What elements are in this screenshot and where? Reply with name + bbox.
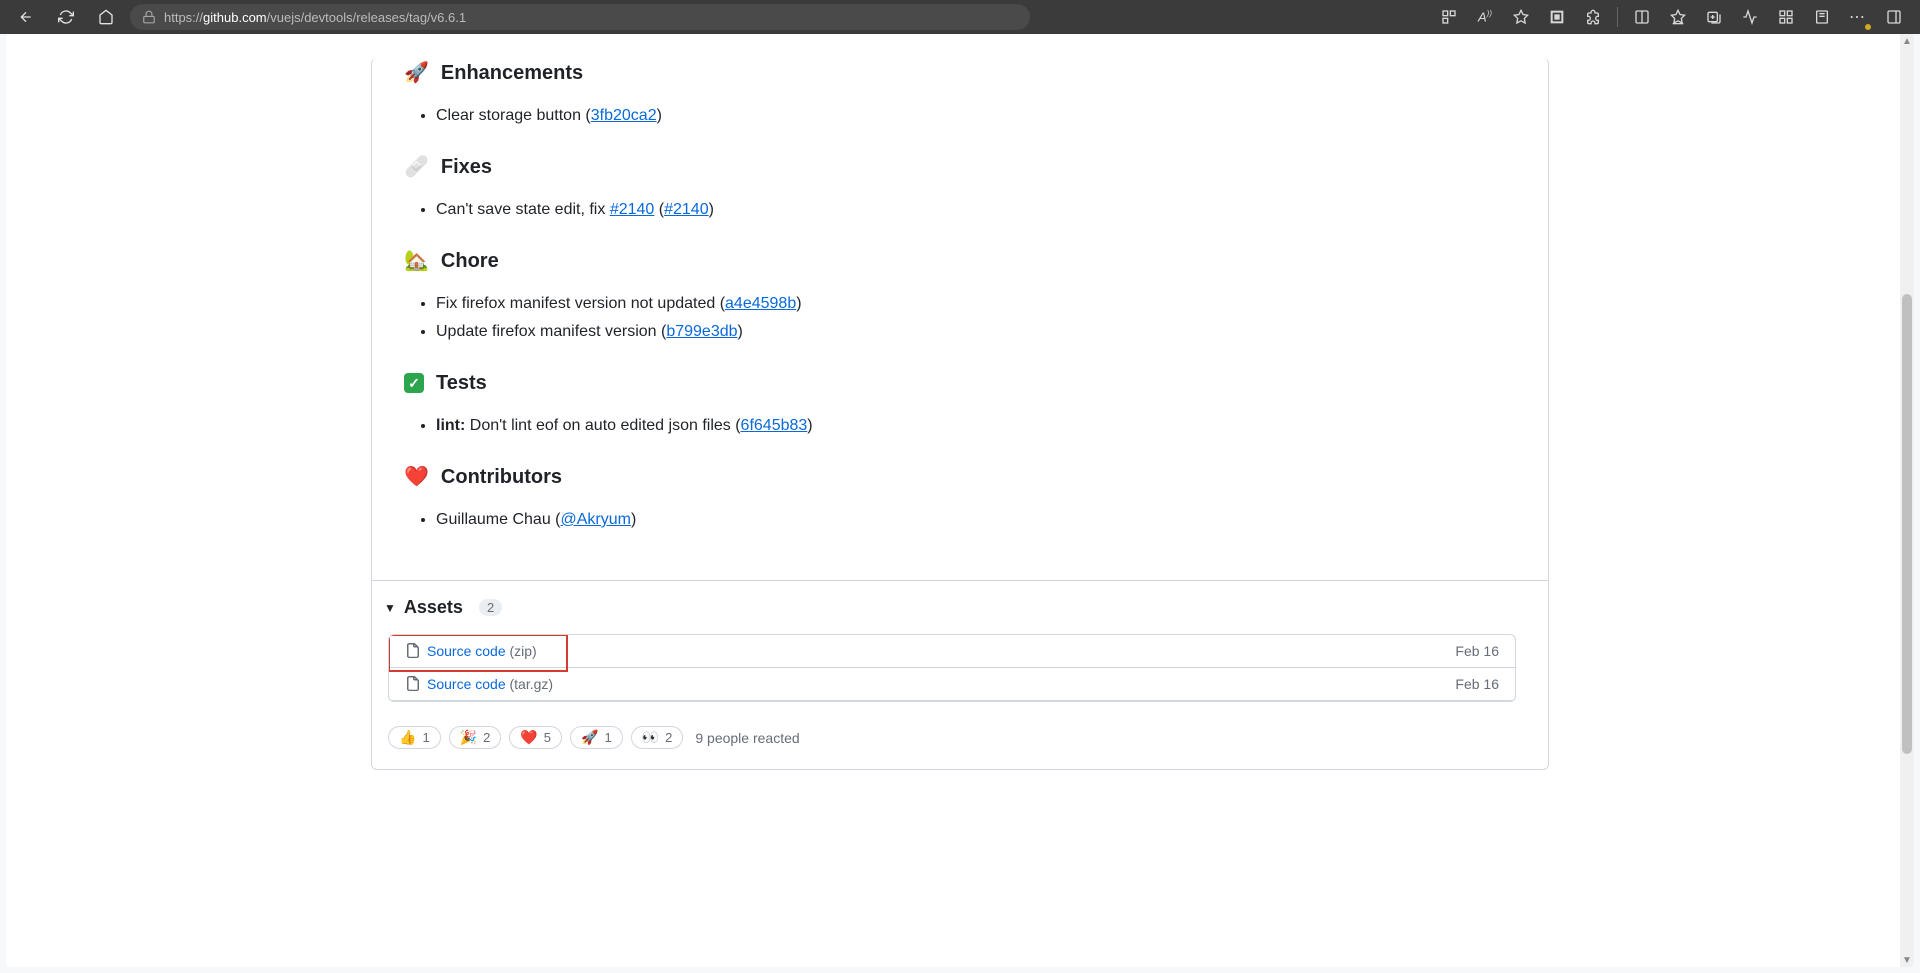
issue-link[interactable]: #2140 (610, 201, 655, 218)
house-icon: 🏡 (404, 246, 429, 276)
reactions-bar: 👍1 🎉2 ❤️5 🚀1 👀2 9 people reacted (372, 726, 1548, 769)
performance-icon[interactable] (1734, 1, 1766, 33)
asset-link-targz[interactable]: Source code (tar.gz) (427, 676, 553, 692)
split-icon[interactable] (1626, 1, 1658, 33)
commit-link[interactable]: 3fb20ca2 (591, 107, 657, 124)
favorites-bar-icon[interactable] (1662, 1, 1694, 33)
zip-icon (405, 676, 421, 692)
reacted-summary[interactable]: 9 people reacted (695, 730, 799, 746)
commit-link[interactable]: 6f645b83 (741, 417, 808, 434)
assets-count-badge: 2 (479, 599, 502, 616)
list-item: Fix firefox manifest version not updated… (436, 292, 1516, 316)
list-item: Update firefox manifest version (b799e3d… (436, 320, 1516, 344)
list-item: Can't save state edit, fix #2140 (#2140) (436, 198, 1516, 222)
reader-icon[interactable] (1806, 1, 1838, 33)
enhancements-heading: 🚀Enhancements (404, 58, 1516, 88)
assets-section: ▼ Assets 2 Source code (zip) Feb 16 (372, 580, 1548, 726)
asset-link-zip[interactable]: Source code (zip) (427, 643, 537, 659)
heart-icon: ❤️ (404, 462, 429, 492)
square-icon[interactable] (1541, 1, 1573, 33)
tests-heading: ✓Tests (404, 368, 1516, 398)
commit-link[interactable]: a4e4598b (725, 295, 796, 312)
bandage-icon: 🩹 (404, 152, 429, 182)
caret-down-icon: ▼ (384, 601, 396, 615)
reaction-rocket[interactable]: 🚀1 (570, 726, 623, 749)
back-button[interactable] (10, 1, 42, 33)
home-button[interactable] (90, 1, 122, 33)
asset-row: Source code (tar.gz) Feb 16 (389, 668, 1515, 701)
issue-link[interactable]: #2140 (664, 201, 709, 218)
fixes-heading: 🩹Fixes (404, 152, 1516, 182)
list-item: Clear storage button (3fb20ca2) (436, 104, 1516, 128)
reaction-thumbsup[interactable]: 👍1 (388, 726, 441, 749)
browser-toolbar: https://github.com/vuejs/devtools/releas… (0, 0, 1920, 34)
reaction-tada[interactable]: 🎉2 (449, 726, 502, 749)
zip-icon (405, 643, 421, 659)
commit-link[interactable]: b799e3db (666, 323, 737, 340)
collections-icon[interactable] (1698, 1, 1730, 33)
asset-date: Feb 16 (1455, 676, 1499, 692)
asset-row: Source code (zip) Feb 16 (389, 635, 1515, 668)
more-icon[interactable]: ⋯ (1842, 1, 1874, 33)
asset-date: Feb 16 (1455, 643, 1499, 659)
app-icon[interactable] (1433, 1, 1465, 33)
favorite-icon[interactable] (1505, 1, 1537, 33)
list-item: lint: Don't lint eof on auto edited json… (436, 414, 1516, 438)
assets-toggle[interactable]: ▼ Assets 2 (384, 597, 1516, 618)
list-item: Guillaume Chau (@Akryum) (436, 508, 1516, 532)
grid-extension-icon[interactable] (1770, 1, 1802, 33)
scrollbar[interactable]: ▲ ▼ (1900, 34, 1914, 967)
user-link[interactable]: @Akryum (561, 511, 631, 528)
chore-heading: 🏡Chore (404, 246, 1516, 276)
contributors-heading: ❤️Contributors (404, 462, 1516, 492)
address-bar[interactable]: https://github.com/vuejs/devtools/releas… (130, 4, 1030, 30)
scroll-down-arrow[interactable]: ▼ (1900, 953, 1914, 967)
scroll-up-arrow[interactable]: ▲ (1900, 34, 1914, 48)
release-body: 🚀Enhancements Clear storage button (3fb2… (371, 58, 1549, 770)
rocket-icon: 🚀 (404, 58, 429, 88)
sidebar-icon[interactable] (1878, 1, 1910, 33)
lock-icon (142, 10, 156, 24)
refresh-button[interactable] (50, 1, 82, 33)
url-text: https://github.com/vuejs/devtools/releas… (164, 10, 466, 25)
check-icon: ✓ (404, 373, 424, 393)
reaction-eyes[interactable]: 👀2 (631, 726, 684, 749)
extension-icon[interactable] (1577, 1, 1609, 33)
scrollbar-thumb[interactable] (1902, 294, 1912, 754)
read-aloud-icon[interactable]: A)) (1469, 1, 1501, 33)
reaction-heart[interactable]: ❤️5 (509, 726, 562, 749)
page-viewport: ▲ ▼ 🚀Enhancements Clear storage button (… (6, 34, 1914, 967)
